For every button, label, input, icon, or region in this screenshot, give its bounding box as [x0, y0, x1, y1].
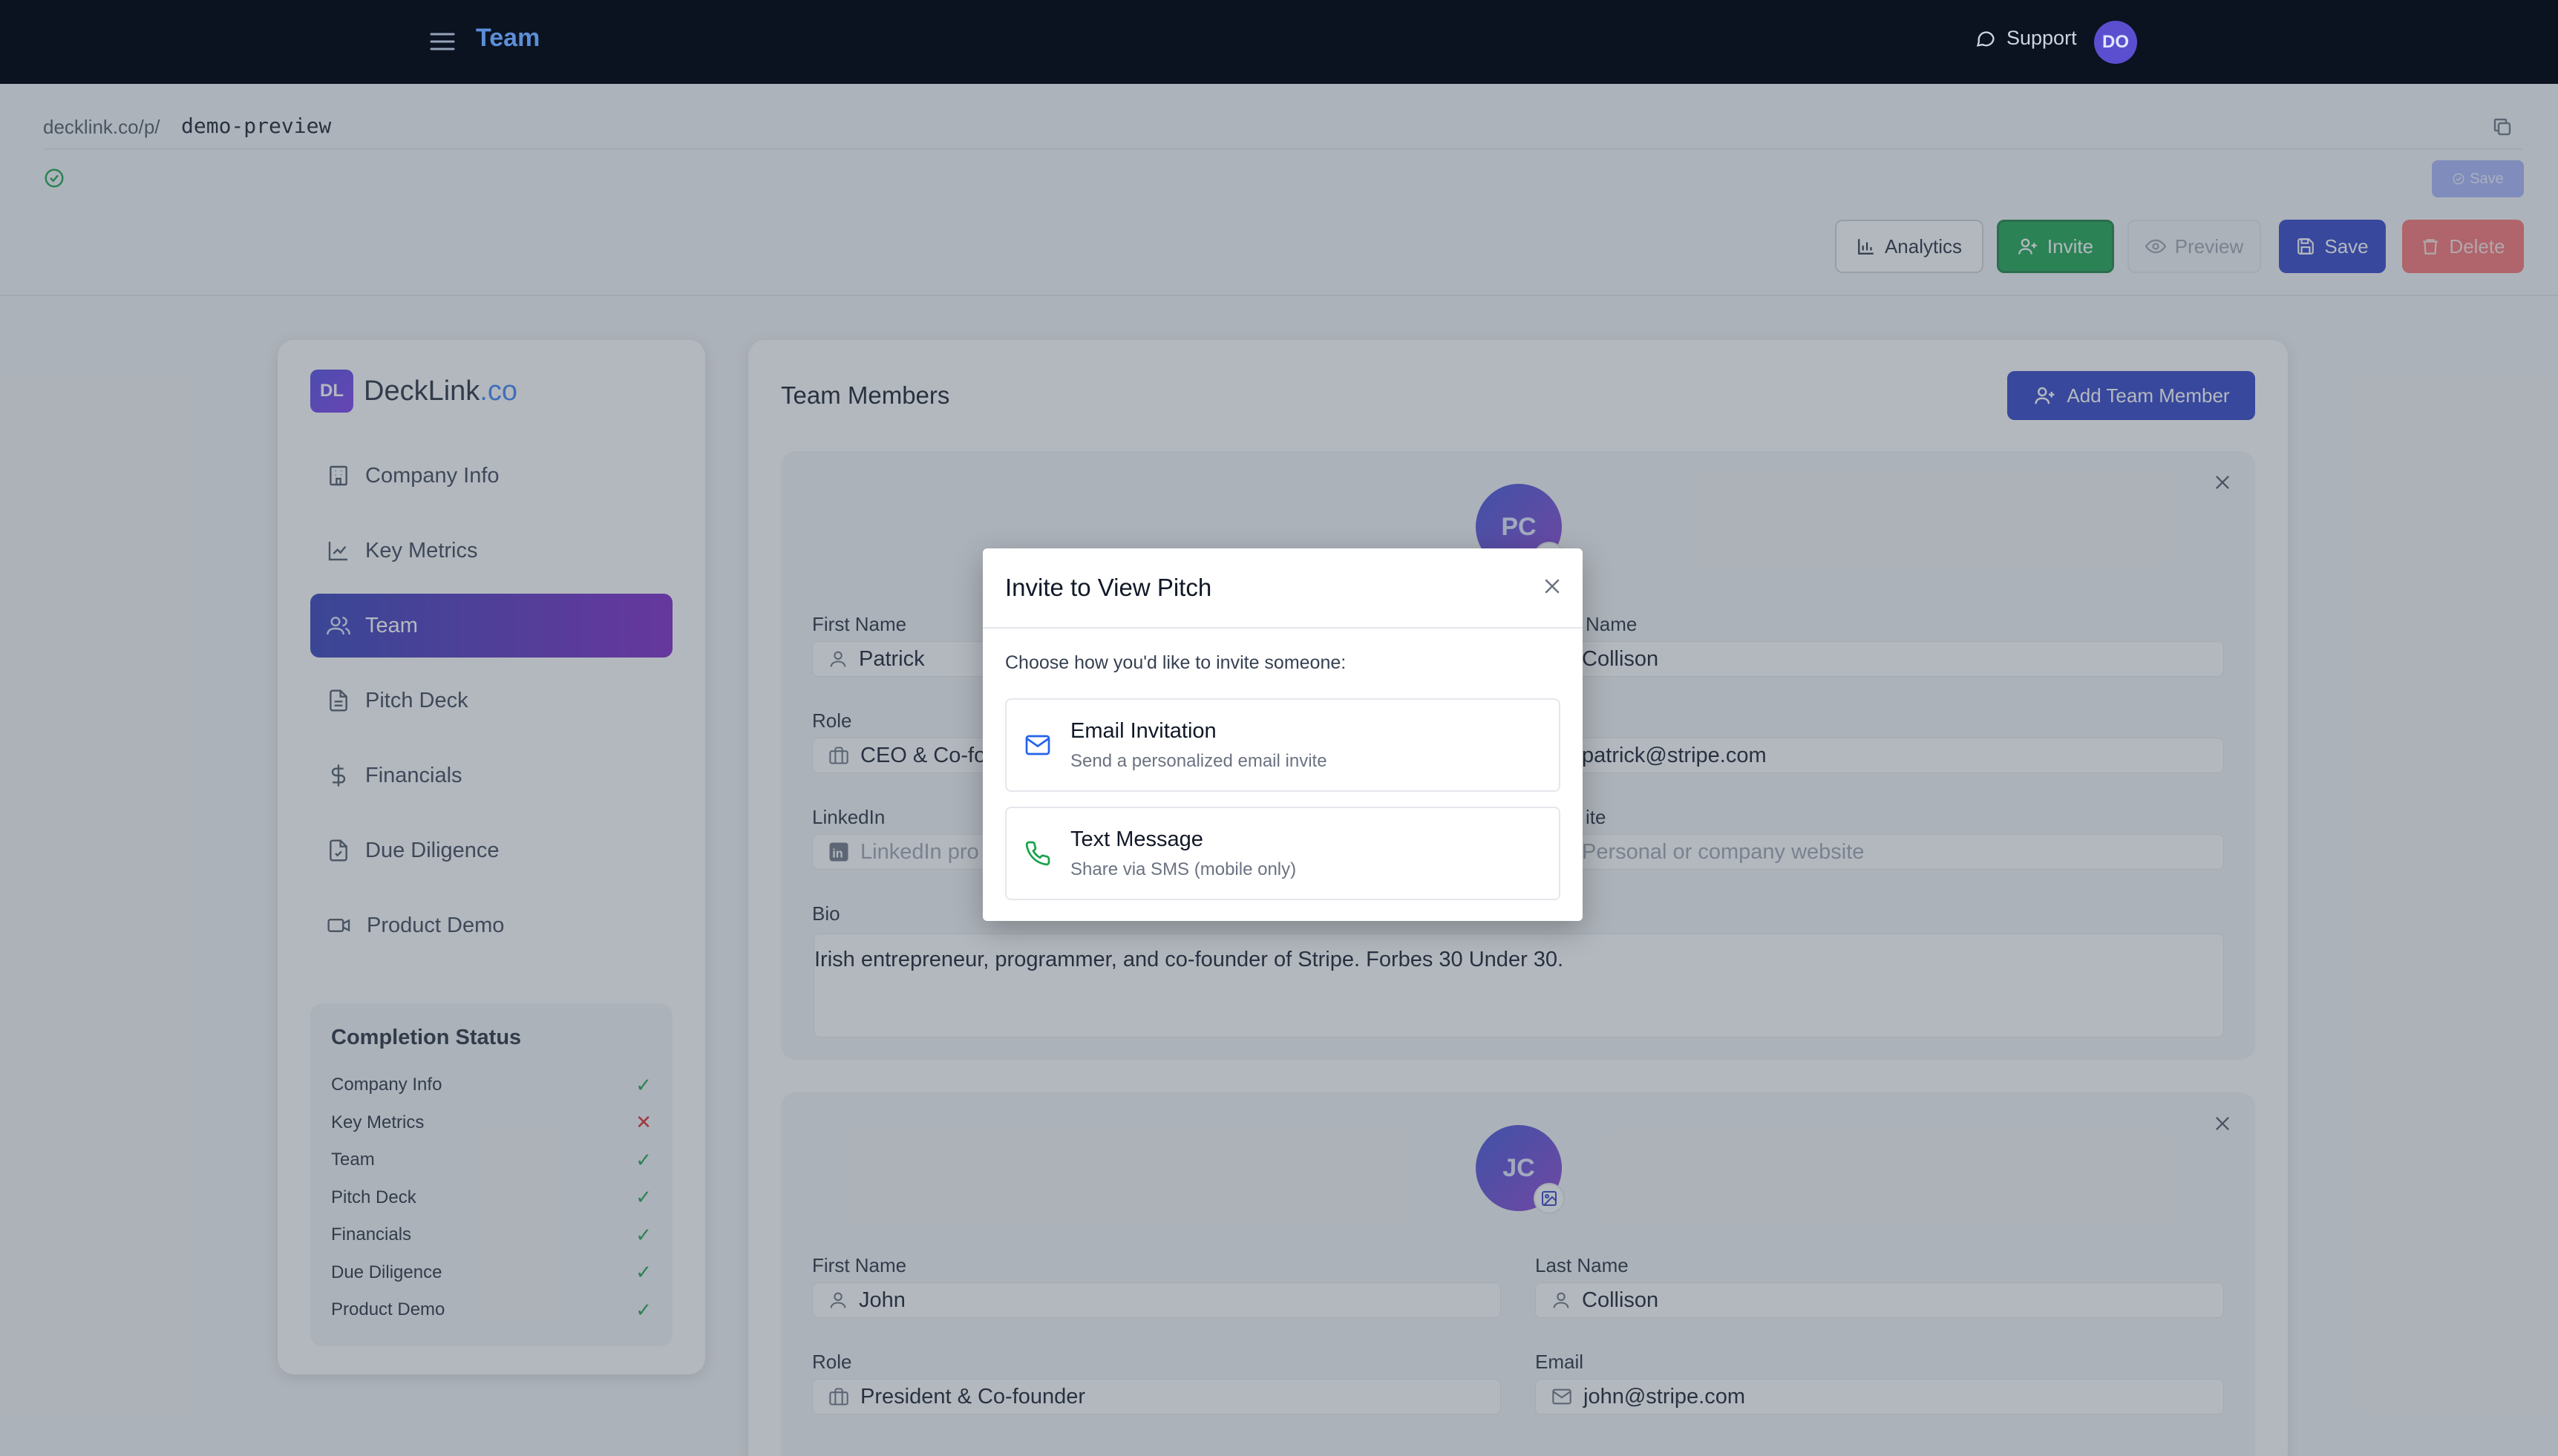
text-message-option[interactable]: Text Message Share via SMS (mobile only): [1005, 807, 1560, 900]
page-title: Team: [476, 24, 540, 52]
option-subtitle: Send a personalized email invite: [1070, 750, 1327, 771]
option-text: Text Message Share via SMS (mobile only): [1070, 827, 1296, 880]
option-text: Email Invitation Send a personalized ema…: [1070, 719, 1327, 772]
support-link[interactable]: Support: [1975, 27, 2077, 50]
email-invitation-option[interactable]: Email Invitation Send a personalized ema…: [1005, 698, 1560, 792]
modal-close-button[interactable]: [1541, 575, 1563, 601]
mail-icon: [1025, 735, 1050, 755]
phone-icon: [1025, 841, 1050, 866]
close-icon: [1545, 579, 1560, 594]
hamburger-icon: [430, 33, 455, 50]
support-label: Support: [2006, 27, 2077, 49]
option-subtitle: Share via SMS (mobile only): [1070, 859, 1297, 879]
chat-bubble-icon: [1976, 30, 1995, 47]
modal-description: Choose how you'd like to invite someone:: [1005, 652, 1347, 673]
modal-title: Invite to View Pitch: [1005, 574, 1212, 601]
top-bar: Team Support DO: [0, 0, 2558, 84]
option-title: Text Message: [1070, 827, 1203, 851]
invite-modal: Invite to View Pitch Choose how you'd li…: [983, 548, 1583, 921]
option-title: Email Invitation: [1070, 718, 1217, 743]
user-avatar[interactable]: DO: [2094, 21, 2137, 64]
menu-button[interactable]: [428, 27, 457, 56]
modal-header: Invite to View Pitch: [983, 548, 1583, 629]
